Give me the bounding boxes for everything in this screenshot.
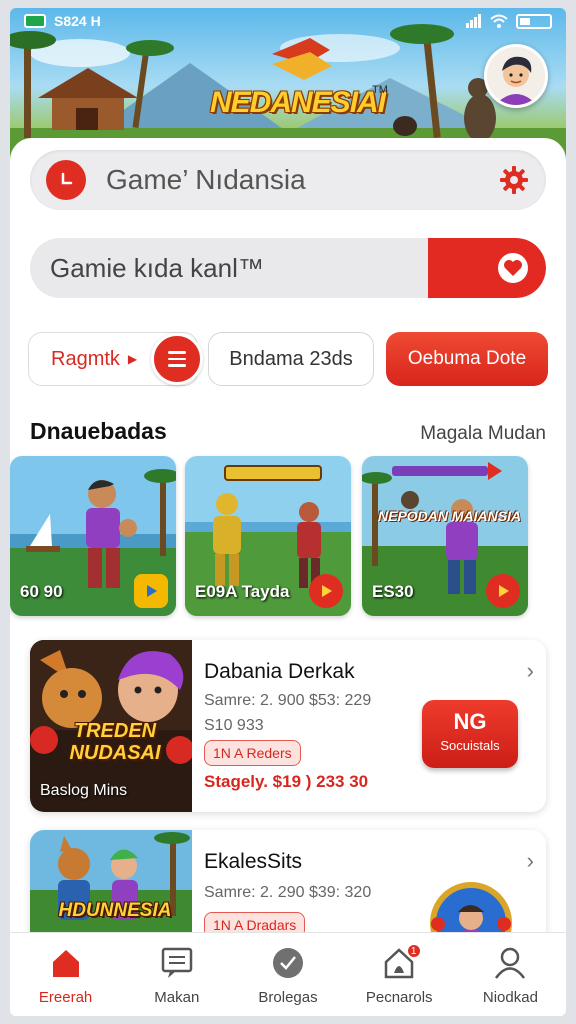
- heart-icon: [498, 253, 528, 283]
- card-2-thumbnail-title: HDUNNESIA: [58, 900, 172, 921]
- nav-item-messages-label: Makan: [154, 989, 200, 1006]
- card-1-price: Stagely. $19 ) 233 30: [204, 772, 369, 791]
- card-1-meta-line-2: S10 933: [204, 717, 264, 734]
- logo-trademark: TM: [372, 84, 388, 96]
- card-1-title: Dabania Derkak: [204, 660, 355, 683]
- profile-avatar[interactable]: [484, 44, 548, 108]
- status-time: S824 H: [54, 13, 101, 29]
- tile-1-label: 60 90: [20, 582, 63, 601]
- notification-count-badge: 1: [405, 943, 422, 959]
- nav-item-messages[interactable]: Makan: [121, 933, 232, 1016]
- chevron-right-icon[interactable]: ›: [527, 658, 534, 684]
- card-1-tag: 1N A Reders: [204, 740, 301, 766]
- home-icon: [52, 950, 79, 977]
- card-1-action-subtitle: Socuistals: [440, 738, 500, 753]
- card-1-thumbnail-caption: Baslog Mins: [40, 782, 128, 799]
- nav-item-home[interactable]: Ereerah: [10, 933, 121, 1016]
- tile-3-play-icon[interactable]: [486, 574, 520, 608]
- card-1-thumbnail-title: TREDEN NUDASAI: [69, 720, 161, 764]
- search-bar[interactable]: Game’ Nıdansia: [30, 150, 546, 210]
- message-icon: [161, 947, 193, 978]
- card-2-title: EkalesSits: [204, 850, 303, 873]
- filter-chips: Ragmtk ▶ Bndama 23ds Oebuma Dote: [28, 332, 548, 388]
- nav-item-notifications[interactable]: 1 Pecnarols: [344, 933, 455, 1016]
- chevron-right-icon[interactable]: ›: [527, 848, 534, 874]
- content-sheet: Game’ Nıdansia Gamie kıda kanl™ Ragmtk ▶…: [10, 138, 566, 954]
- filter-chip-first-label: Ragmtk: [51, 347, 120, 370]
- card-1-action-button[interactable]: NG Socuistals: [422, 700, 518, 768]
- secondary-search-bar[interactable]: Gamie kıda kanl™: [30, 238, 546, 298]
- tile-2-label: E09A Tayda: [195, 582, 290, 601]
- game-tile-1[interactable]: 60 90: [10, 456, 176, 616]
- section-header: Dnauebadas Magala Mudan: [30, 418, 546, 445]
- tile-2-play-icon[interactable]: [309, 574, 343, 608]
- card-2-meta-line-1: Samre: 2. 290 $39: 320: [204, 884, 372, 901]
- status-bar: S824 H: [10, 8, 566, 34]
- nav-item-badges[interactable]: Brolegas: [232, 933, 343, 1016]
- nav-item-badges-label: Brolegas: [258, 989, 318, 1006]
- game-card-1[interactable]: TREDEN NUDASAI Baslog Mins Dabania Derka…: [30, 640, 546, 812]
- filter-chip-first[interactable]: Ragmtk ▶: [28, 332, 203, 386]
- nav-item-notifications-label: Pecnarols: [365, 989, 433, 1006]
- tile-3-label: ES30: [372, 582, 414, 601]
- section-title: Dnauebadas: [30, 418, 167, 444]
- sim-icon: [24, 14, 46, 28]
- brand-badge-icon[interactable]: [46, 160, 86, 200]
- nav-item-profile[interactable]: Niodkad: [455, 933, 566, 1016]
- search-input[interactable]: Game’ Nıdansia: [106, 164, 498, 196]
- favorite-button[interactable]: [428, 238, 546, 298]
- filter-chip-third[interactable]: Oebuma Dote: [386, 332, 548, 386]
- tile-3-banner: NEPODAN MAIANSIA: [378, 508, 522, 524]
- battery-icon: [516, 13, 552, 29]
- game-tile-2[interactable]: E09A Tayda: [185, 456, 351, 616]
- card-1-action-title: NG: [453, 709, 487, 734]
- filter-chip-second[interactable]: Bndama 23ds: [208, 332, 374, 386]
- game-tile-3[interactable]: NEPODAN MAIANSIA ES30: [362, 456, 528, 616]
- card-1-meta-line-1: Samre: 2. 900 $53: 229: [204, 692, 372, 709]
- secondary-search-input[interactable]: Gamie kıda kanl™: [30, 253, 428, 284]
- card-1-thumbnail: TREDEN NUDASAI Baslog Mins: [30, 640, 192, 812]
- badge-icon: [273, 948, 303, 978]
- nav-item-home-label: Ereerah: [38, 989, 93, 1006]
- play-arrow-icon: ▶: [127, 352, 138, 366]
- avatar-icon: [487, 47, 545, 105]
- app-frame: S824 H NEDANESIAI TM Game’ Nıdansia Gami…: [10, 8, 566, 1016]
- menu-icon[interactable]: [151, 333, 203, 385]
- nav-item-profile-label: Niodkad: [482, 989, 538, 1006]
- game-logo: NEDANESIAI: [210, 86, 386, 119]
- tile-1-play-icon[interactable]: [134, 574, 168, 608]
- bottom-navigation: Ereerah Makan Brolegas 1 Pecnarols Niodk…: [10, 932, 566, 1016]
- wifi-icon: [490, 14, 508, 28]
- section-see-all-link[interactable]: Magala Mudan: [420, 423, 546, 445]
- profile-icon: [495, 947, 526, 979]
- gear-icon[interactable]: [498, 164, 530, 196]
- signal-icon: [466, 14, 481, 28]
